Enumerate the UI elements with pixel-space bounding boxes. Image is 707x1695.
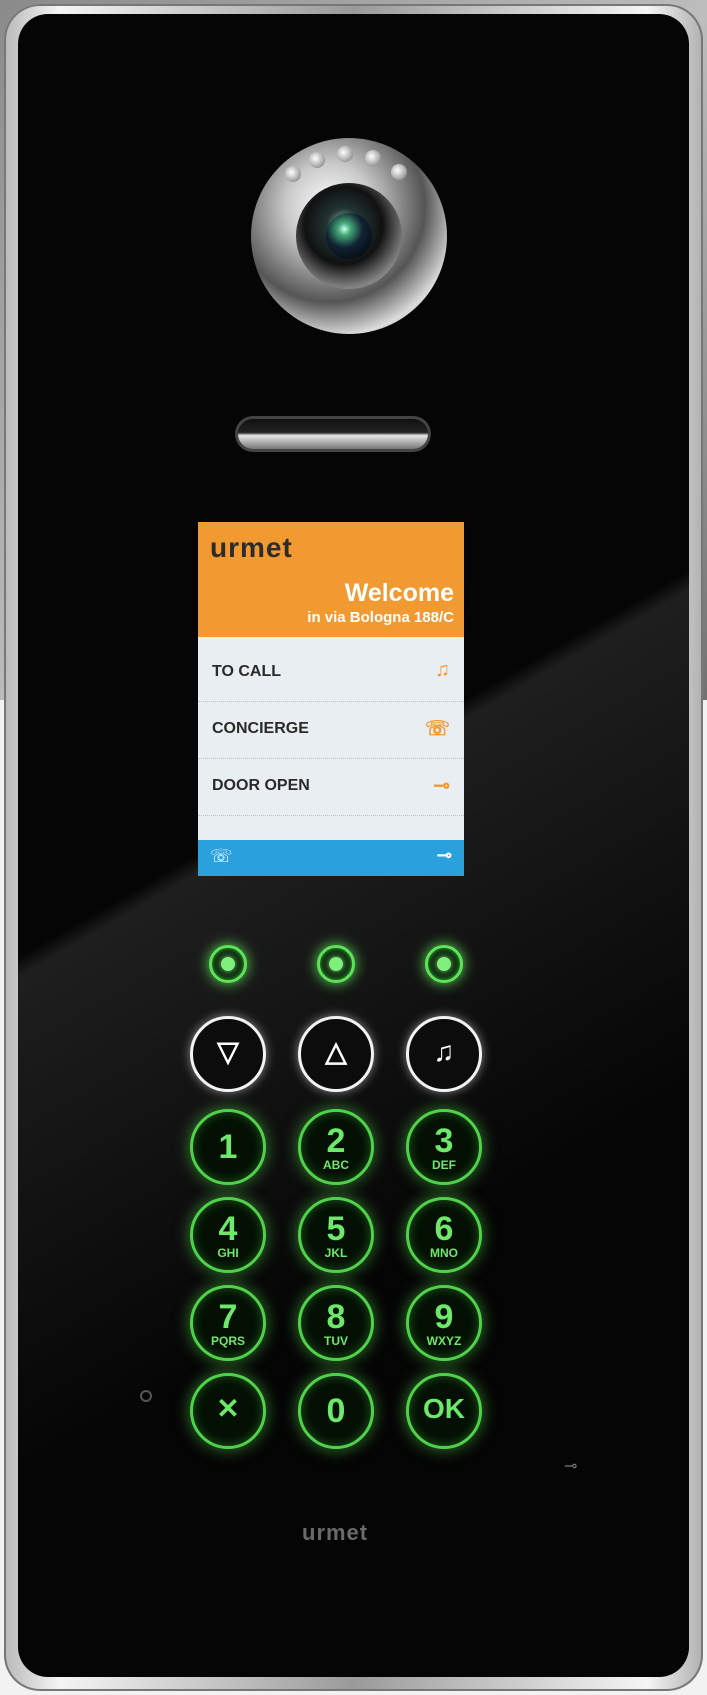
key-1[interactable]: 1 [190,1109,266,1185]
welcome-title: Welcome [344,579,454,607]
status-led-icon [209,945,247,983]
intercom-panel: urmet Welcome in via Bologna 188/C TO CA… [18,14,689,1677]
key-letters: JKL [324,1246,348,1260]
key-letters: MNO [430,1246,458,1260]
menu-item-label: DOOR OPEN [212,777,310,794]
key-4[interactable]: 4 GHI [190,1197,266,1273]
address-text: in via Bologna 188/C [307,609,454,626]
bell-icon: ♫ [435,659,450,681]
display-screen: urmet Welcome in via Bologna 188/C TO CA… [198,522,464,876]
key-letters: TUV [324,1334,348,1348]
key-6[interactable]: 6 MNO [406,1197,482,1273]
menu-item-label: CONCIERGE [212,720,309,737]
key-digit: 0 [326,1392,346,1430]
key-icon: ⊸ [433,775,450,797]
concierge-icon: ☏ [210,846,233,866]
ir-led-icon [337,146,353,162]
ir-led-icon [309,152,325,168]
menu-item-label: TO CALL [212,663,282,680]
key-digit: 8 [326,1298,346,1336]
camera-bezel [296,183,402,289]
key-letters: DEF [432,1158,456,1172]
key-digit: 1 [218,1128,238,1166]
chevron-up-icon: △ [325,1036,347,1067]
menu-item-concierge[interactable]: CONCIERGE ☏ [198,702,464,759]
bottom-brand-logo: urmet [302,1520,369,1545]
key-7[interactable]: 7 PQRS [190,1285,266,1361]
key-8[interactable]: 8 TUV [298,1285,374,1361]
key-digit: 3 [434,1122,454,1160]
key-letters: PQRS [210,1334,245,1348]
menu-item-door-open[interactable]: DOOR OPEN ⊸ [198,759,464,816]
key-0[interactable]: 0 [298,1373,374,1449]
cancel-button[interactable]: ✕ [190,1373,266,1449]
ir-led-icon [391,164,407,180]
down-arrow-button[interactable]: ▽ [190,1016,266,1092]
key-digit: 6 [434,1210,454,1248]
screen-header: urmet Welcome in via Bologna 188/C [198,522,464,637]
up-arrow-button[interactable]: △ [298,1016,374,1092]
key-digit: 2 [326,1122,346,1160]
ok-label: OK [423,1393,465,1424]
key-digit: 4 [218,1210,238,1248]
key-letters: GHI [217,1246,239,1260]
screen-footer: ☏ ⊸ [198,840,464,876]
brand-logo: urmet [210,532,293,563]
concierge-icon: ☏ [424,718,450,740]
ok-button[interactable]: OK [406,1373,482,1449]
camera [251,138,447,334]
key-9[interactable]: 9 WXYZ [406,1285,482,1361]
status-led-icon [425,945,463,983]
key-icon: ⊸ [564,1458,578,1475]
key-digit: 5 [326,1210,346,1248]
key-2[interactable]: 2 ABC [298,1109,374,1185]
key-icon: ⊸ [436,845,452,865]
key-letters: WXYZ [426,1334,462,1348]
key-5[interactable]: 5 JKL [298,1197,374,1273]
key-letters: ABC [323,1158,349,1172]
status-led-icon [317,945,355,983]
key-digit: 9 [434,1298,454,1336]
call-bell-button[interactable]: ♫ [406,1016,482,1092]
key-digit: 7 [218,1298,238,1336]
key-3[interactable]: 3 DEF [406,1109,482,1185]
menu-item-to-call[interactable]: TO CALL ♫ [198,645,464,702]
speaker-grille [238,419,428,449]
close-icon: ✕ [216,1393,240,1424]
bell-icon: ♫ [433,1036,455,1067]
camera-lens-icon [326,213,372,259]
microphone-icon [140,1390,152,1402]
ir-led-icon [365,150,381,166]
ir-led-icon [285,166,301,182]
chevron-down-icon: ▽ [217,1036,239,1067]
